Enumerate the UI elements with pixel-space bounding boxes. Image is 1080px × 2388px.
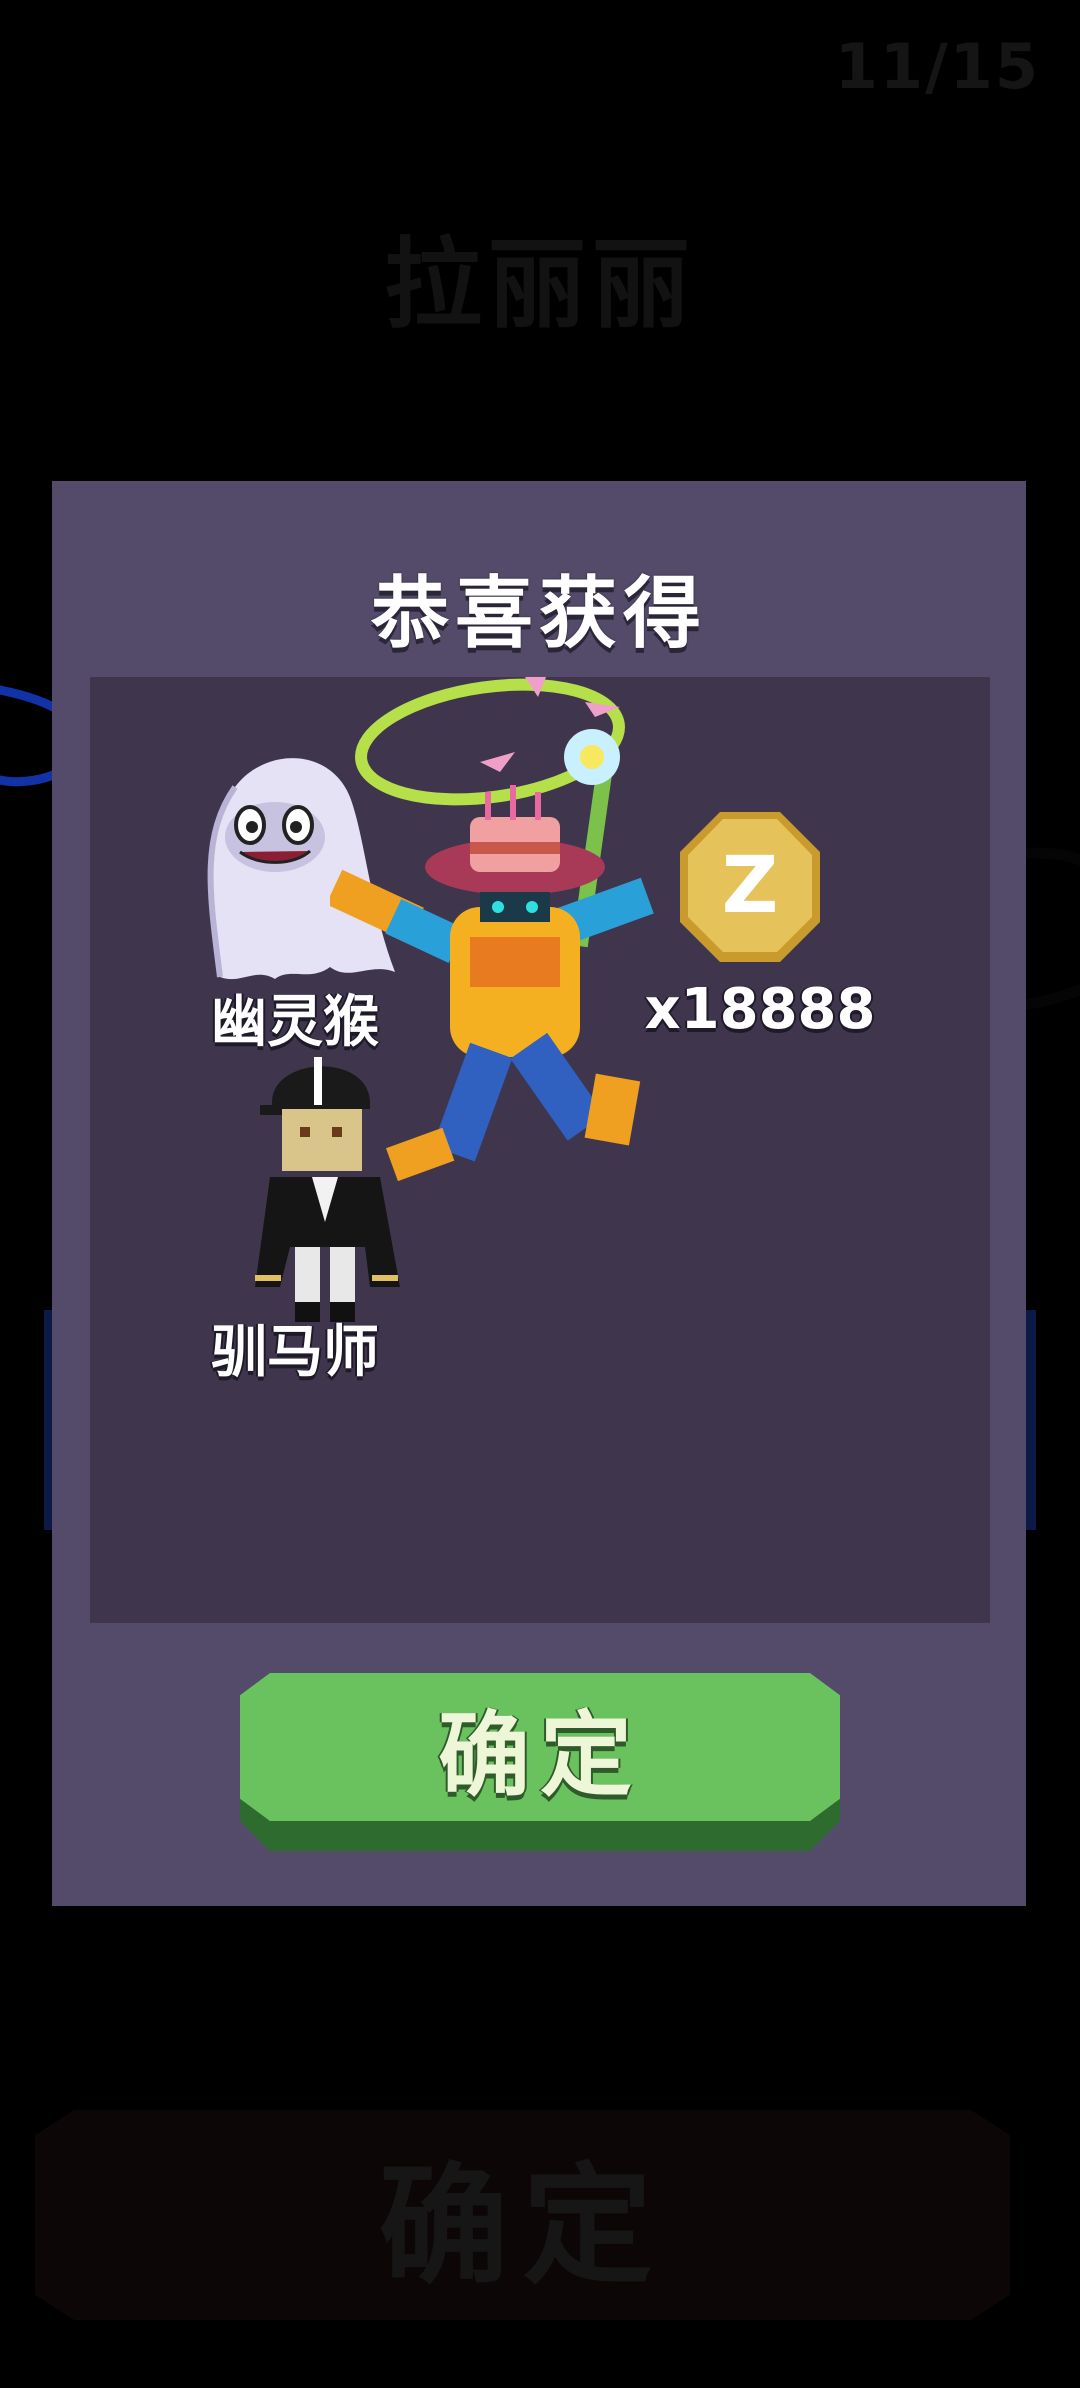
confirm-button-label: 确定 bbox=[437, 1701, 642, 1809]
reward-item-character bbox=[326, 677, 790, 1217]
reward-panel: 幽灵猴 驯马师 Z x18888 bbox=[90, 677, 990, 1623]
confirm-button-face[interactable]: 确定 bbox=[240, 1673, 840, 1821]
background-title: 拉丽丽 bbox=[383, 228, 696, 342]
modal-title: 恭喜获得 bbox=[370, 569, 707, 659]
confirm-button[interactable]: 确定 bbox=[240, 1673, 840, 1851]
cowboy-robot-character-icon bbox=[326, 677, 654, 1182]
background-confirm-button: 确定 bbox=[35, 2110, 1010, 2320]
reward-modal: 恭喜获得 幽灵猴 驯马师 Z x18888 确定 bbox=[52, 481, 1026, 1906]
reward-label-horse-trainer: 驯马师 bbox=[211, 1320, 379, 1385]
level-counter: 11/15 bbox=[834, 30, 1040, 103]
